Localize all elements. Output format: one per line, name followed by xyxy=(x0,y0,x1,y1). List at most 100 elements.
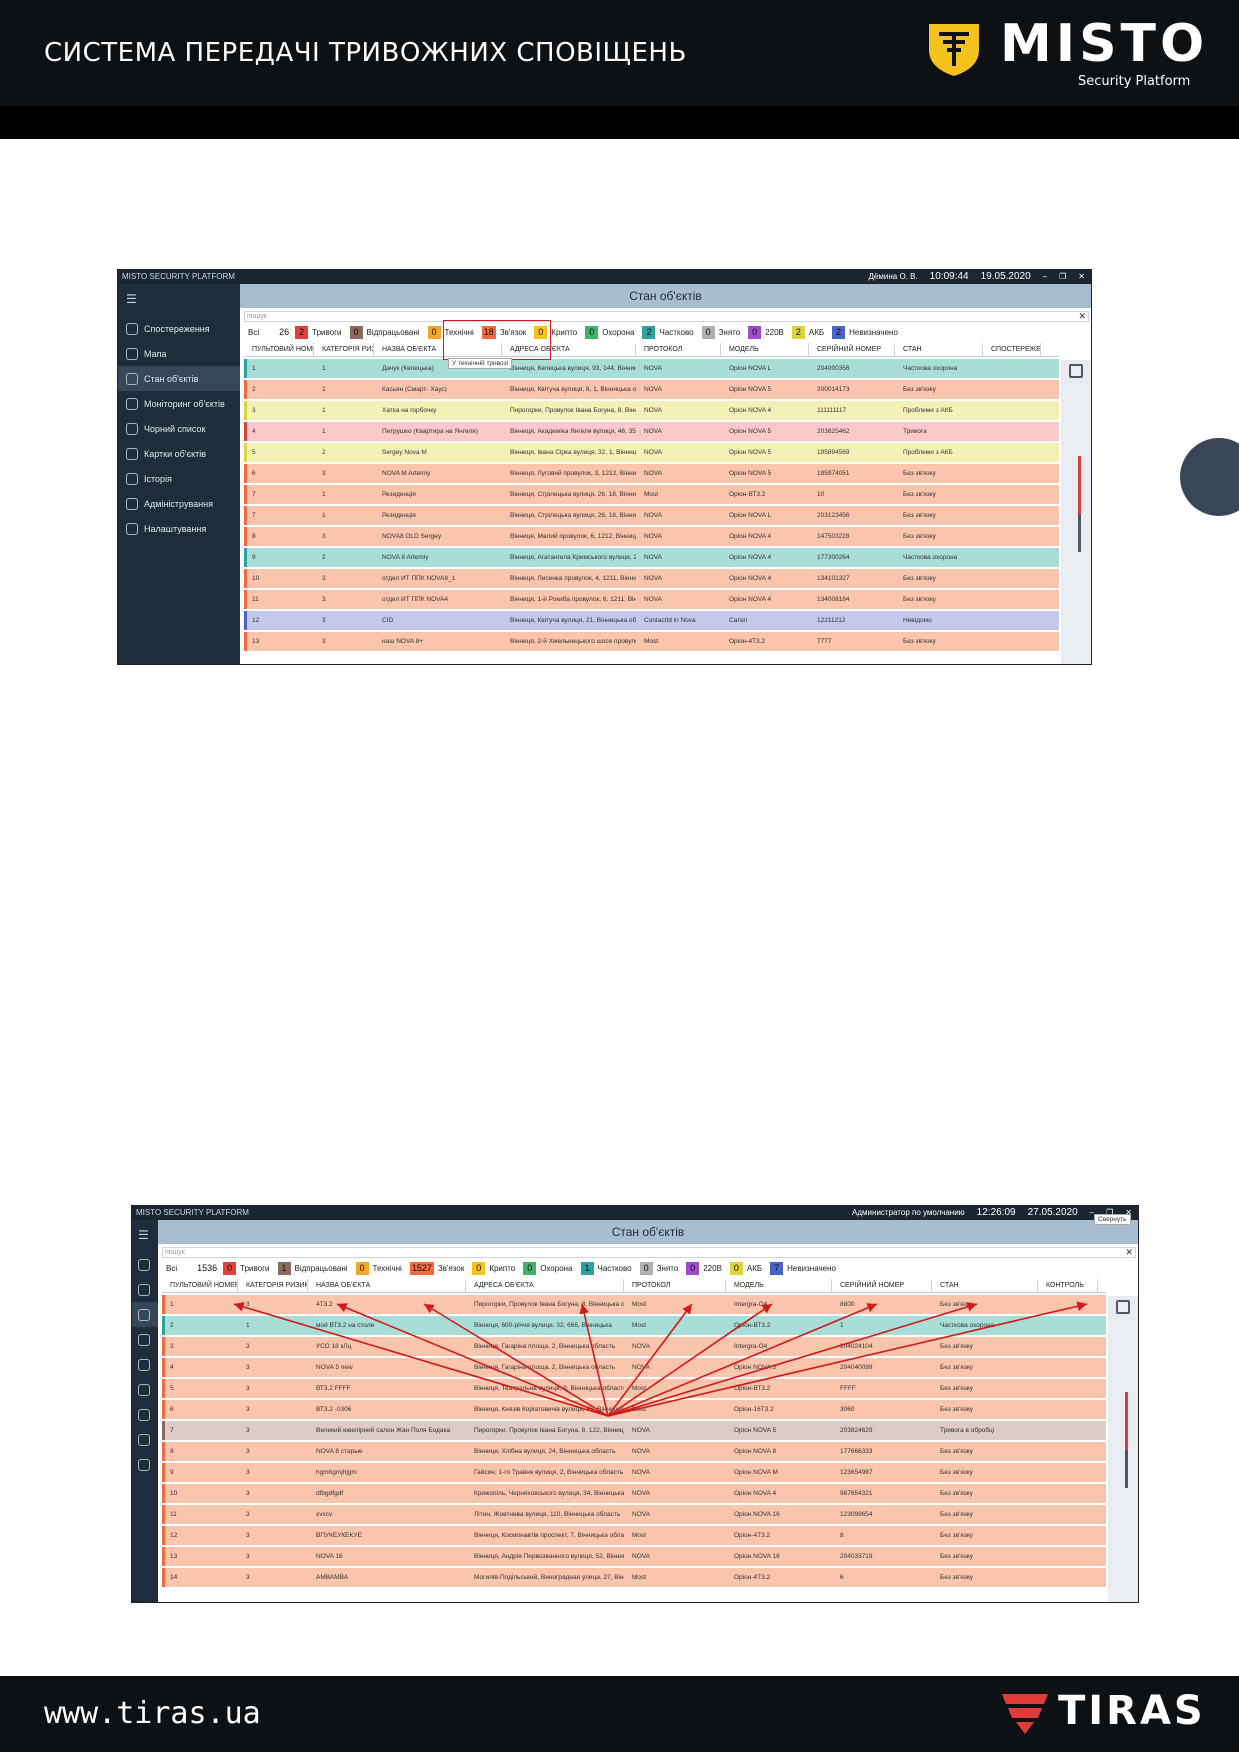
hamburger-menu-icon[interactable]: ☰ xyxy=(138,1228,152,1242)
filter-7[interactable]: 1 Частково xyxy=(580,1262,636,1275)
filter-3[interactable]: 0 Технічні xyxy=(355,1262,406,1275)
filter-8[interactable]: 0 Знято xyxy=(701,326,745,339)
table-row[interactable]: 10 3 dfbgdfgdf Крижопіль, Черняховського ву… xyxy=(162,1484,1106,1503)
table-row[interactable]: 4 3 NOVA 5 new Вінниця, Гагаріна площа, 2, … xyxy=(162,1358,1106,1377)
sidebar-item-2[interactable]: Стан об'єктів xyxy=(118,366,240,391)
table-row[interactable]: 7 1 Резиденція Вінниця, Стрілецька вулиця, … xyxy=(244,485,1059,504)
sidebar-item-5[interactable]: Картки об'єктів xyxy=(118,441,240,466)
table-row[interactable]: 9 2 NOVA 8 Artemiy Вінниця, Агатангела Крим… xyxy=(244,548,1059,567)
filter-0[interactable]: Всі 26 xyxy=(244,326,292,339)
sidebar-item-7[interactable]: Адміністрування xyxy=(118,491,240,516)
filter-8[interactable]: 0 Знято xyxy=(639,1262,683,1275)
column-header-8[interactable]: СПОСТЕРЕЖЕННЯ xyxy=(983,343,1041,356)
column-header-3[interactable]: АДРЕСА ОБ'ЄКТА xyxy=(466,1279,624,1292)
table-row[interactable]: 7 3 Великий ювелірний салон Жан Поля Бодак… xyxy=(162,1421,1106,1440)
column-header-4[interactable]: ПРОТОКОЛ xyxy=(624,1279,726,1292)
sidebar-icon-2[interactable] xyxy=(132,1302,158,1327)
column-header-6[interactable]: СЕРІЙНИЙ НОМЕР xyxy=(832,1279,932,1292)
filter-1[interactable]: 2 Тривоги xyxy=(295,326,345,339)
table-row[interactable]: 1 3 4Т3.2 Пирогорки, Провулок Івана Богуна,… xyxy=(162,1295,1106,1314)
table-row[interactable]: 6 3 ВТ3.2 -0306 Вінниця, Князів Коріатовичі… xyxy=(162,1400,1106,1419)
sidebar-icon-3[interactable] xyxy=(132,1327,158,1352)
sidebar-item-1[interactable]: Мапа xyxy=(118,341,240,366)
column-header-5[interactable]: МОДЕЛЬ xyxy=(726,1279,832,1292)
filter-10[interactable]: 0 АКБ xyxy=(729,1262,766,1275)
column-header-8[interactable]: КОНТРОЛЬ xyxy=(1038,1279,1098,1292)
table-row[interactable]: 9 3 hgmhgmjhjgm Гайсин, 1-го Травня вулиця,… xyxy=(162,1463,1106,1482)
filter-9[interactable]: 0 220В xyxy=(686,1262,726,1275)
zoom-search-icon[interactable] xyxy=(1116,1300,1130,1314)
clear-search-icon[interactable]: ✕ xyxy=(1125,1247,1133,1257)
filter-10[interactable]: 2 АКБ xyxy=(791,326,828,339)
column-header-4[interactable]: ПРОТОКОЛ xyxy=(636,343,721,356)
sidebar-item-6[interactable]: Історія xyxy=(118,466,240,491)
zoom-search-icon[interactable] xyxy=(1069,364,1083,378)
sidebar-icon-5[interactable] xyxy=(132,1377,158,1402)
column-header-0[interactable]: ПУЛЬТОВИЙ НОМЕР ↑ xyxy=(244,343,314,356)
table-row[interactable]: 2 1 мой ВТ3.2 на столе Вінниця, 600-річчя в… xyxy=(162,1316,1106,1335)
table-row[interactable]: 5 3 ВТ3.2 FFFF Вінниця, Театральна вулиця, … xyxy=(162,1379,1106,1398)
table-row[interactable]: 6 3 NOVA M Artemiy Вінниця, Луговий провуло… xyxy=(244,464,1059,483)
filter-5[interactable]: 0 Крипто xyxy=(472,1262,519,1275)
table-row[interactable]: 13 3 наш NOVA 8+ Вінниця, 2-й Хмельницького… xyxy=(244,632,1059,651)
table-row[interactable]: 5 2 Sergey Nova M Вінниця, Івана Сірка вули… xyxy=(244,443,1059,462)
table-row[interactable]: 4 1 Петрушко (Квартира на Янгеля) Вінниця, … xyxy=(244,422,1059,441)
sidebar-icon-8[interactable] xyxy=(132,1452,158,1477)
table-row[interactable]: 13 3 NOVA 16 Вінниця, Андрія Первозванного … xyxy=(162,1547,1106,1566)
filter-4[interactable]: 1527 Зв'язок xyxy=(409,1262,469,1275)
table-row[interactable]: 8 3 NOVA8 OLD Sergey Вінниця, Малий провуло… xyxy=(244,527,1059,546)
clear-search-icon[interactable]: ✕ xyxy=(1078,311,1086,321)
column-header-0[interactable]: ПУЛЬТОВИЙ НОМЕР ↑ xyxy=(162,1279,238,1292)
filter-11[interactable]: 7 Невизначено xyxy=(770,1262,840,1275)
filter-11[interactable]: 2 Невизначено xyxy=(832,326,902,339)
column-header-1[interactable]: КАТЕГОРІЯ РИЗИКУ xyxy=(238,1279,308,1292)
table-row[interactable]: 7 1 Резиденція Вінниця, Стрілецька вулиця, … xyxy=(244,506,1059,525)
cell-name: dfbgdfgdf xyxy=(316,1490,344,1497)
filter-9[interactable]: 0 220В xyxy=(748,326,788,339)
sidebar-icon-6[interactable] xyxy=(132,1402,158,1427)
sidebar-item-0[interactable]: Спостереження xyxy=(118,316,240,341)
filter-7[interactable]: 2 Частково xyxy=(642,326,697,339)
column-header-1[interactable]: КАТЕГОРІЯ РИЗИКУ xyxy=(314,343,374,356)
column-header-5[interactable]: МОДЕЛЬ xyxy=(721,343,809,356)
table-row[interactable]: 1 1 Дачук (Келецька) Вінниця, Келецька вули… xyxy=(244,359,1059,378)
filter-2[interactable]: 0 Відпрацьовані xyxy=(349,326,424,339)
sidebar-item-4[interactable]: Чорний список xyxy=(118,416,240,441)
sidebar-item-8[interactable]: Налаштування xyxy=(118,516,240,541)
table-row[interactable]: 2 1 Касьян (Смарт- Хаус) Вінниця, Квітуча в… xyxy=(244,380,1059,399)
sidebar-icon-4[interactable] xyxy=(132,1352,158,1377)
sidebar-item-3[interactable]: Моніторинг об'єктів xyxy=(118,391,240,416)
column-header-2[interactable]: НАЗВА ОБ'ЄКТА xyxy=(308,1279,466,1292)
table-row[interactable]: 3 3 УСО 18 кЛц Вінниця, Гагаріна площа, 2, … xyxy=(162,1337,1106,1356)
footer-url[interactable]: www.tiras.ua xyxy=(44,1696,261,1731)
table-row[interactable]: 11 3 отдел ИТ ППК NOVA4 Вінниця, 1-й Рокиба… xyxy=(244,590,1059,609)
table-row[interactable]: 3 1 Хатка на горбочку Пирогорки, Провулок І… xyxy=(244,401,1059,420)
cell-n: 5 xyxy=(252,449,256,456)
column-header-6[interactable]: СЕРІЙНИЙ НОМЕР xyxy=(809,343,895,356)
maximize-icon[interactable]: ❐ xyxy=(1059,270,1066,284)
search-input[interactable]: пошук ✕ xyxy=(162,1247,1136,1258)
filter-0[interactable]: Всі 1536 xyxy=(162,1262,220,1275)
minimize-icon[interactable]: – xyxy=(1043,270,1047,284)
search-input[interactable]: пошук ✕ xyxy=(244,311,1089,322)
scrollbar-thumb[interactable] xyxy=(1125,1392,1128,1450)
column-header-7[interactable]: СТАН xyxy=(895,343,983,356)
filter-6[interactable]: 0 Охорона xyxy=(523,1262,576,1275)
filter-6[interactable]: 0 Охорона xyxy=(585,326,638,339)
table-row[interactable]: 11 3 xvxcv Літин, Жовтнева вулиця, 110, Він… xyxy=(162,1505,1106,1524)
sidebar-icon-7[interactable] xyxy=(132,1427,158,1452)
table-row[interactable]: 10 3 отдел ИТ ППК NOVA8_1 Вінниця, Лисенка … xyxy=(244,569,1059,588)
close-icon[interactable]: ✕ xyxy=(1078,270,1085,284)
table-row[interactable]: 12 3 ВПУКЕУКЕКУЕ Вінниця, Космонавтів просп… xyxy=(162,1526,1106,1545)
filter-1[interactable]: 0 Тривоги xyxy=(223,1262,273,1275)
table-row[interactable]: 14 3 АМВАМВА Могилів-Подільський, Виноградн… xyxy=(162,1568,1106,1587)
sidebar-icon-1[interactable] xyxy=(132,1277,158,1302)
sidebar-icon-0[interactable] xyxy=(132,1252,158,1277)
table-row[interactable]: 12 3 CID Вінниця, Квітуча вулиця, 21, Вінни… xyxy=(244,611,1059,630)
row-status-bar xyxy=(162,1463,165,1482)
scrollbar-thumb[interactable] xyxy=(1078,456,1081,514)
hamburger-menu-icon[interactable]: ☰ xyxy=(126,292,234,306)
filter-2[interactable]: 1 Відпрацьовані xyxy=(277,1262,352,1275)
table-row[interactable]: 8 3 NOVA 8 старые Вінниця, Хлібна вулиця, 2… xyxy=(162,1442,1106,1461)
column-header-7[interactable]: СТАН xyxy=(932,1279,1038,1292)
